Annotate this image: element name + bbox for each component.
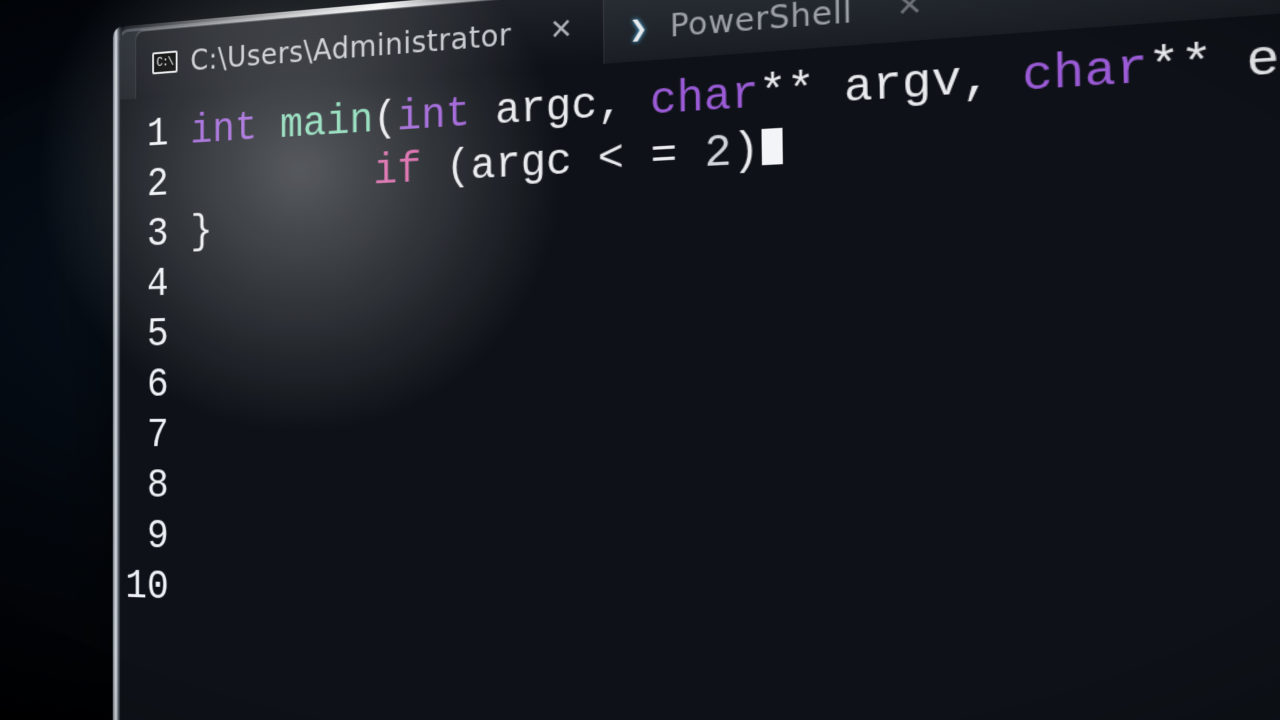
text-cursor — [762, 128, 783, 166]
code-content: } — [190, 208, 212, 260]
tab-powershell-label: PowerShell — [670, 0, 853, 44]
powershell-icon: ❯ — [623, 15, 654, 42]
line-number: 8 — [120, 462, 191, 513]
code-editor[interactable]: 1int main(int argc, char** argv, char** … — [120, 0, 1280, 720]
tab-powershell-close-icon[interactable]: ✕ — [896, 0, 924, 25]
line-number: 1 — [120, 109, 190, 164]
line-number: 3 — [120, 209, 190, 262]
line-number: 2 — [120, 159, 190, 213]
tab-cmd-label: C:\Users\Administrator — [190, 16, 511, 77]
line-number: 9 — [120, 512, 191, 564]
line-number: 7 — [120, 412, 191, 463]
line-number: 5 — [120, 310, 191, 362]
terminal-window: C:\ C:\Users\Administrator ✕ ❯ PowerShel… — [120, 0, 1280, 720]
cmd-icon: C:\ — [152, 50, 177, 74]
line-number: 6 — [120, 361, 191, 412]
line-number: 4 — [120, 260, 191, 312]
tab-cmd-close-icon[interactable]: ✕ — [549, 13, 573, 47]
line-number: 10 — [120, 562, 191, 615]
